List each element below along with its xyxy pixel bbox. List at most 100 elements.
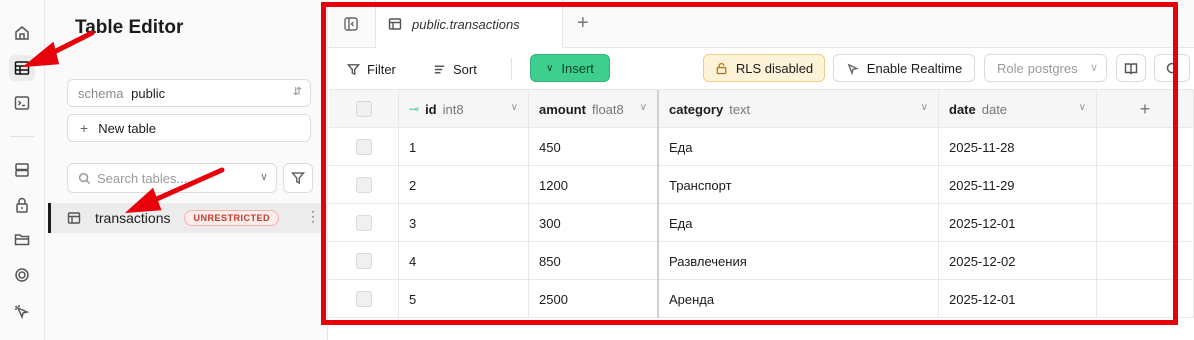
column-type: float8	[591, 101, 624, 117]
more-vertical-icon[interactable]: ⋮	[306, 209, 320, 223]
empty-cell	[1097, 204, 1194, 242]
database-icon[interactable]	[9, 157, 35, 183]
table-row[interactable]: 4 850 Развлечения 2025-12-02	[329, 242, 1194, 280]
cell-amount[interactable]: 850	[529, 242, 659, 280]
table-row[interactable]: 3 300 Еда 2025-12-01	[329, 204, 1194, 242]
column-header-date[interactable]: date date ∨	[939, 90, 1097, 128]
row-checkbox[interactable]	[355, 139, 372, 155]
insert-button[interactable]: ∨ Insert	[530, 54, 610, 82]
chevron-down-icon[interactable]: ∨	[511, 102, 518, 113]
updown-chevron-icon: ⇵	[292, 86, 302, 98]
row-select-cell	[329, 204, 399, 242]
chevron-down-icon[interactable]: ∨	[640, 102, 647, 113]
tab-bar: public.transactions +	[329, 0, 1194, 48]
rls-disabled-button[interactable]: RLS disabled	[703, 54, 825, 82]
chevron-down-icon[interactable]: ∨	[1079, 102, 1086, 113]
row-select-cell	[329, 242, 399, 280]
add-column-button[interactable]: +	[1097, 90, 1194, 128]
new-table-button[interactable]: + New table	[67, 114, 311, 142]
empty-cell	[1097, 242, 1194, 280]
table-row[interactable]: 5 2500 Аренда 2025-12-01	[329, 280, 1194, 318]
auth-icon[interactable]	[9, 192, 35, 218]
column-header-category[interactable]: category text ∨	[659, 90, 939, 128]
cell-category[interactable]: Еда	[659, 204, 939, 242]
row-checkbox[interactable]	[355, 177, 372, 193]
app-window: Table Editor schema public ⇵ + New table…	[0, 0, 1194, 340]
table-editor-sidebar: Table Editor schema public ⇵ + New table…	[45, 0, 328, 340]
cell-amount[interactable]: 2500	[529, 280, 659, 318]
cell-date[interactable]: 2025-12-01	[939, 280, 1097, 318]
table-row[interactable]: 2 1200 Транспорт 2025-11-29	[329, 166, 1194, 204]
cell-date[interactable]: 2025-12-02	[939, 242, 1097, 280]
tab-label: public.transactions	[412, 16, 520, 32]
chevron-down-icon: ∨	[1089, 62, 1098, 74]
grid-header-row: ⊸ id int8 ∨ amount float8 ∨ category tex…	[329, 90, 1194, 128]
advisors-icon[interactable]	[9, 299, 35, 325]
table-icon	[67, 212, 81, 224]
cell-id[interactable]: 4	[399, 242, 529, 280]
storage-icon[interactable]	[9, 226, 35, 252]
sql-editor-icon[interactable]	[9, 90, 35, 116]
sidebar-item-label: transactions	[95, 210, 171, 226]
home-icon[interactable]	[9, 20, 35, 46]
row-checkbox[interactable]	[355, 253, 372, 269]
rail-divider	[10, 136, 34, 137]
search-icon	[78, 172, 91, 184]
cell-id[interactable]: 1	[399, 128, 529, 166]
table-row[interactable]: 1 450 Еда 2025-11-28	[329, 128, 1194, 166]
column-name: id	[425, 101, 437, 117]
select-all-cell	[329, 90, 399, 128]
column-header-id[interactable]: ⊸ id int8 ∨	[399, 90, 529, 128]
cell-amount[interactable]: 300	[529, 204, 659, 242]
schema-select[interactable]: schema public ⇵	[67, 79, 311, 107]
cell-date[interactable]: 2025-11-28	[939, 128, 1097, 166]
book-icon	[1124, 63, 1138, 75]
cell-date[interactable]: 2025-12-01	[939, 204, 1097, 242]
cell-id[interactable]: 2	[399, 166, 529, 204]
sort-label: Sort	[453, 61, 477, 77]
column-name: amount	[539, 101, 586, 117]
funnel-icon	[291, 172, 305, 185]
chevrons-icon[interactable]: ∨	[260, 170, 268, 183]
new-tab-plus-icon[interactable]: +	[577, 13, 589, 33]
select-all-checkbox[interactable]	[355, 101, 372, 117]
chevron-down-icon[interactable]: ∨	[921, 102, 928, 113]
funnel-icon	[347, 63, 360, 75]
refresh-button[interactable]	[1154, 54, 1190, 82]
realtime-icon[interactable]	[9, 262, 35, 288]
column-header-amount[interactable]: amount float8 ∨	[529, 90, 659, 128]
search-placeholder: Search tables...	[97, 170, 188, 186]
cell-amount[interactable]: 450	[529, 128, 659, 166]
collapse-sidebar-icon[interactable]	[341, 14, 361, 34]
cell-id[interactable]: 3	[399, 204, 529, 242]
enable-realtime-button[interactable]: Enable Realtime	[833, 54, 975, 82]
cell-date[interactable]: 2025-11-29	[939, 166, 1097, 204]
empty-cell	[1097, 280, 1194, 318]
cell-id[interactable]: 5	[399, 280, 529, 318]
search-tables-input[interactable]: Search tables... ∨	[67, 163, 277, 193]
filter-label: Filter	[367, 61, 396, 77]
api-docs-button[interactable]	[1116, 54, 1146, 82]
sort-button[interactable]: Sort	[433, 57, 477, 81]
sidebar-item-transactions[interactable]: transactions UNRESTRICTED ⋮	[48, 203, 328, 233]
cell-category[interactable]: Аренда	[659, 280, 939, 318]
chevron-down-icon: ∨	[546, 62, 554, 74]
role-select[interactable]: Role postgres ∨	[984, 54, 1107, 82]
cell-category[interactable]: Еда	[659, 128, 939, 166]
table-icon	[388, 18, 402, 30]
cell-amount[interactable]: 1200	[529, 166, 659, 204]
row-checkbox[interactable]	[355, 215, 372, 231]
cursor-icon	[847, 62, 859, 75]
refresh-icon	[1166, 62, 1178, 74]
filter-button[interactable]: Filter	[347, 57, 396, 81]
row-select-cell	[329, 166, 399, 204]
cell-category[interactable]: Развлечения	[659, 242, 939, 280]
schema-label: schema	[78, 86, 124, 101]
toolbar-divider	[511, 58, 512, 80]
tab-public-transactions[interactable]: public.transactions	[375, 0, 563, 48]
lock-open-icon	[716, 62, 727, 74]
table-editor-icon[interactable]	[9, 55, 35, 81]
cell-category[interactable]: Транспорт	[659, 166, 939, 204]
row-checkbox[interactable]	[355, 291, 372, 307]
filter-tables-button[interactable]	[283, 163, 313, 193]
